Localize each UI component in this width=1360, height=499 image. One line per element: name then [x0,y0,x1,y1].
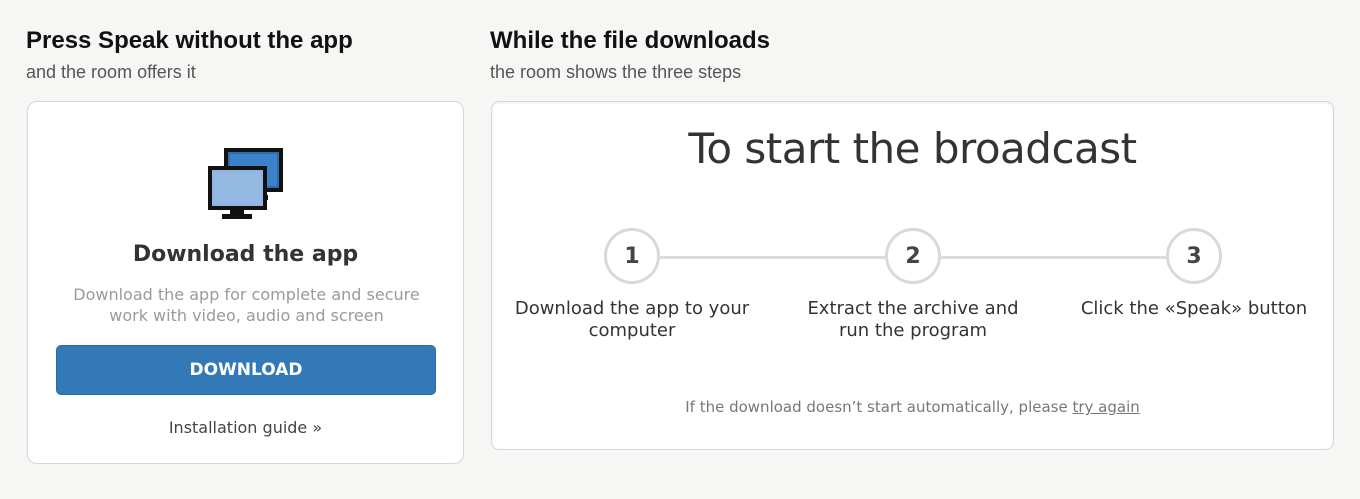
right-panel-heading: While the file downloads the room shows … [490,27,770,83]
step-1: 1 Download the app to your computer [512,228,752,342]
installation-guide-link[interactable]: Installation guide » [28,418,463,437]
download-app-heading: Download the app [132,242,359,267]
step-number-badge: 1 [604,228,660,284]
step-text: Click the «Speak» button [1080,298,1308,319]
step-3: 3 Click the «Speak» button [1074,228,1314,320]
download-app-description: Download the app for complete and secure… [73,285,420,325]
monitors-icon [208,148,283,219]
step-number-badge: 2 [885,228,941,284]
right-panel-subtitle: the room shows the three steps [490,62,742,82]
download-button[interactable]: DOWNLOAD [56,345,436,395]
left-panel-title: Press Speak without the app [26,27,353,54]
step-number-badge: 3 [1166,228,1222,284]
left-panel-heading: Press Speak without the app and the room… [26,27,353,83]
broadcast-heading: To start the broadcast [688,124,1137,173]
left-panel-subtitle: and the room offers it [26,62,196,82]
right-panel-title: While the file downloads [490,27,771,54]
step-text: Download the app to your computer [514,298,750,341]
try-again-link[interactable]: try again [1072,398,1139,416]
retry-note-text: If the download doesn’t start automatica… [685,398,1073,416]
step-2: 2 Extract the archive and run the progra… [793,228,1033,342]
download-app-card: Download the app Download the app for co… [27,101,464,464]
broadcast-steps-card: To start the broadcast 1 Download the ap… [491,101,1334,450]
step-text: Extract the archive and run the program [807,298,1019,341]
retry-note: If the download doesn’t start automatica… [492,398,1333,416]
